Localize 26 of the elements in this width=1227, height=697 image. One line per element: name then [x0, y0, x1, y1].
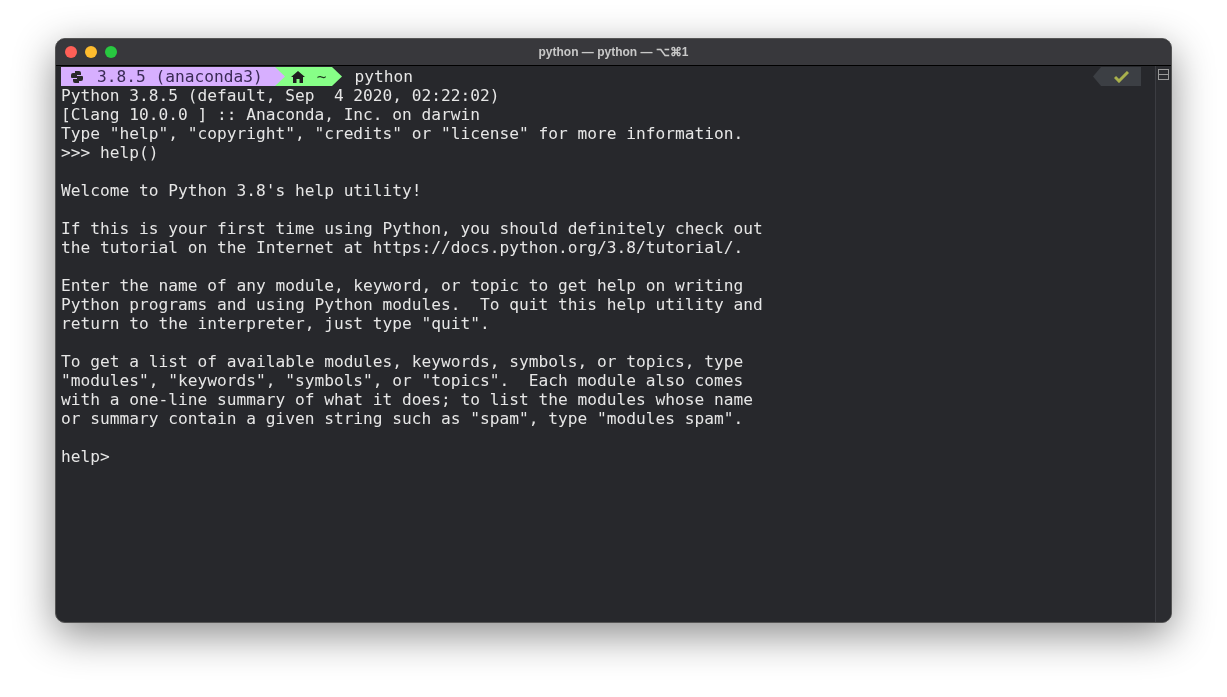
- python-logo-icon: [71, 70, 83, 83]
- terminal-output-line: Python programs and using Python modules. To quit this help utility and: [61, 295, 763, 314]
- home-icon: [290, 70, 305, 83]
- window-title: python — python — ⌥⌘1: [538, 44, 689, 61]
- split-pane-icon[interactable]: [1158, 69, 1169, 80]
- check-icon: [1113, 70, 1129, 83]
- terminal-output-line: Python 3.8.5 (default, Sep 4 2020, 02:22:02): [61, 86, 500, 105]
- terminal-output-line: [Clang 10.0.0 ] :: Anaconda, Inc. on darwin: [61, 105, 481, 124]
- zoom-button[interactable]: [105, 46, 117, 58]
- home-directory: ~: [316, 67, 327, 86]
- terminal-output-line: with a one-line summary of what it does; to list the modules whose name: [61, 390, 753, 409]
- terminal-output-line: If this is your first time using Python, you should definitely check out: [61, 219, 763, 238]
- terminal-output-line: "modules", "keywords", "symbols", or "topics". Each module also comes: [61, 371, 744, 390]
- terminal-output-line: return to the interpreter, just type "quit".: [61, 314, 490, 333]
- terminal-output-line: To get a list of available modules, keywords, symbols, or topics, type: [61, 352, 744, 371]
- terminal-output-line: help>: [61, 447, 110, 466]
- terminal-output-line: Welcome to Python 3.8's help utility!: [61, 181, 422, 200]
- python-version: 3.8.5 (anaconda3): [97, 67, 263, 86]
- terminal-output-line: the tutorial on the Internet at https://docs.python.org/3.8/tutorial/.: [61, 238, 744, 257]
- command-text: python: [354, 67, 413, 86]
- terminal-output-line: >>> help(): [61, 143, 159, 162]
- close-button[interactable]: [65, 46, 77, 58]
- terminal-output-line: Type "help", "copyright", "credits" or "license" for more information.: [61, 124, 744, 143]
- minimize-button[interactable]: [85, 46, 97, 58]
- terminal-output-line: or summary contain a given string such as "spam", type "modules spam".: [61, 409, 744, 428]
- terminal-output-line: Enter the name of any module, keyword, or topic to get help on writing: [61, 276, 744, 295]
